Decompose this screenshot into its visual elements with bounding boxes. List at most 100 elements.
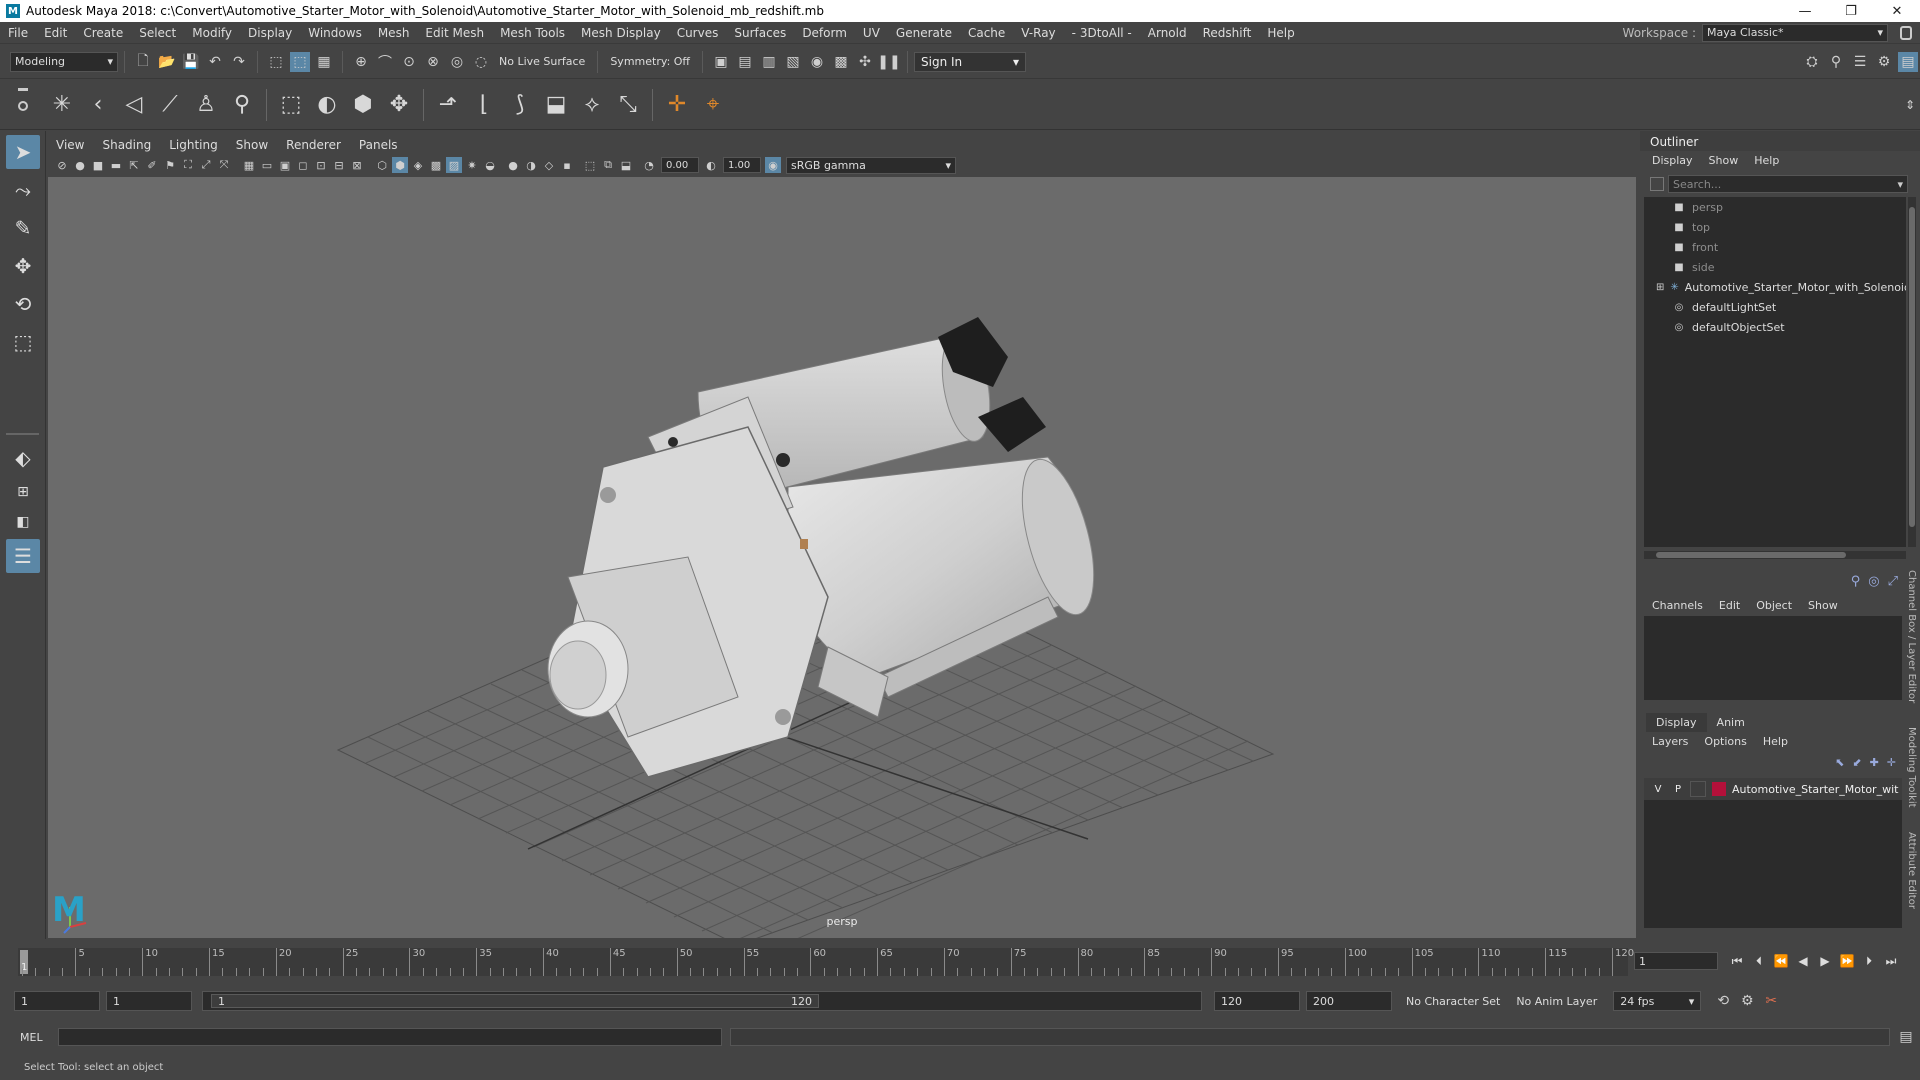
textured-icon[interactable]: ▩ bbox=[428, 157, 444, 173]
persp-outliner-layout-icon[interactable]: ◧ bbox=[6, 509, 40, 535]
loop-icon[interactable]: ⟲ bbox=[1713, 991, 1733, 1011]
center-pivot-icon[interactable]: ⌖ bbox=[698, 90, 728, 120]
menu-create[interactable]: Create bbox=[75, 26, 131, 40]
depth-of-field-icon[interactable]: ◇ bbox=[541, 157, 557, 173]
redshift-render-icon[interactable]: ▩ bbox=[831, 52, 851, 72]
layer-menu-layers[interactable]: Layers bbox=[1644, 735, 1696, 748]
outliner-item-default-object-set[interactable]: ◎ defaultObjectSet bbox=[1644, 317, 1906, 337]
side-tab-attribute-editor[interactable]: Attribute Editor bbox=[1906, 832, 1917, 909]
menu-select[interactable]: Select bbox=[131, 26, 184, 40]
playback-end-field[interactable]: 120 bbox=[1214, 991, 1300, 1011]
channel-box-icon-a[interactable]: ⚲ bbox=[1851, 574, 1861, 589]
new-layer-icon[interactable]: ✚ bbox=[1870, 756, 1879, 769]
tab-display[interactable]: Display bbox=[1646, 713, 1707, 732]
channel-menu-channels[interactable]: Channels bbox=[1644, 599, 1711, 612]
menu-surfaces[interactable]: Surfaces bbox=[726, 26, 794, 40]
select-component-icon[interactable]: ▦ bbox=[314, 52, 334, 72]
smooth-icon[interactable]: ✥ bbox=[384, 90, 414, 120]
outliner-item-side[interactable]: ■ side bbox=[1644, 257, 1906, 277]
safe-action-icon[interactable]: ⊟ bbox=[331, 157, 347, 173]
go-to-end-icon[interactable]: ⏭ bbox=[1880, 952, 1902, 970]
outliner-item-persp[interactable]: ■ persp bbox=[1644, 197, 1906, 217]
snap-view-icon[interactable]: ⊗ bbox=[423, 52, 443, 72]
open-scene-icon[interactable]: 📂 bbox=[157, 52, 177, 72]
paint-select-tool-icon[interactable]: ✎ bbox=[6, 211, 40, 245]
side-tab-channel-box[interactable]: Channel Box / Layer Editor bbox=[1906, 570, 1917, 703]
menu-generate[interactable]: Generate bbox=[888, 26, 960, 40]
layer-menu-help[interactable]: Help bbox=[1755, 735, 1796, 748]
side-tab-modeling-toolkit[interactable]: Modeling Toolkit bbox=[1906, 727, 1917, 808]
lattice-icon[interactable]: ◁ bbox=[119, 90, 149, 120]
move-layer-up-icon[interactable]: ⬉ bbox=[1835, 756, 1844, 769]
undo-icon[interactable]: ↶ bbox=[205, 52, 225, 72]
ipr-render-icon[interactable]: ▥ bbox=[759, 52, 779, 72]
outliner-layout-icon[interactable]: ☰ bbox=[6, 539, 40, 573]
script-editor-icon[interactable]: ▤ bbox=[1896, 1027, 1916, 1047]
character-controls-icon[interactable]: ⚲ bbox=[1826, 52, 1846, 72]
3d-viewport[interactable]: M persp bbox=[48, 177, 1636, 938]
grid-toggle-icon[interactable]: ▦ bbox=[241, 157, 257, 173]
start-time-field[interactable]: 1 bbox=[14, 991, 100, 1011]
select-object-icon[interactable]: ⬚ bbox=[290, 51, 310, 72]
outliner-item-default-light-set[interactable]: ◎ defaultLightSet bbox=[1644, 297, 1906, 317]
layer-visibility-toggle[interactable]: V bbox=[1650, 781, 1666, 797]
bevel-icon[interactable]: ⌊ bbox=[469, 90, 499, 120]
outliner-item-starter-motor-group[interactable]: ⊞ ✳ Automotive_Starter_Motor_with_Soleno… bbox=[1644, 277, 1906, 297]
outliner-menu-show[interactable]: Show bbox=[1701, 154, 1747, 167]
range-slider-handle[interactable]: 1 120 bbox=[211, 994, 819, 1008]
character-set-dropdown[interactable]: No Character Set bbox=[1406, 995, 1500, 1008]
field-chart-icon[interactable]: ⊡ bbox=[313, 157, 329, 173]
outliner-filter-icon[interactable] bbox=[1650, 177, 1664, 191]
sign-in-button[interactable]: Sign In ▾ bbox=[914, 51, 1027, 72]
channel-box-icon[interactable]: ▤ bbox=[1898, 51, 1918, 72]
outliner-vertical-scrollbar[interactable] bbox=[1908, 197, 1916, 547]
close-button[interactable]: ✕ bbox=[1874, 0, 1920, 22]
resolution-gate-icon[interactable]: ▣ bbox=[277, 157, 293, 173]
poly-cube-icon[interactable]: ⬚ bbox=[276, 90, 306, 120]
image-plane-icon[interactable]: ▬ bbox=[108, 157, 124, 173]
playback-start-field[interactable]: 1 bbox=[106, 991, 192, 1011]
menu-uv[interactable]: UV bbox=[855, 26, 888, 40]
shelf-options-icon[interactable] bbox=[8, 86, 38, 126]
outliner-menu-help[interactable]: Help bbox=[1746, 154, 1787, 167]
2d-pan-zoom-icon[interactable]: ⇱ bbox=[126, 157, 142, 173]
outliner-horizontal-scrollbar[interactable] bbox=[1644, 551, 1906, 559]
menu-cache[interactable]: Cache bbox=[960, 26, 1013, 40]
wireframe-icon[interactable]: ⬡ bbox=[374, 157, 390, 173]
play-backward-icon[interactable]: ◀ bbox=[1792, 952, 1814, 970]
frame-selected-icon[interactable]: ⤢ bbox=[198, 157, 214, 173]
modeling-toolkit-icon[interactable]: ⛭ bbox=[1802, 52, 1822, 72]
menu-display[interactable]: Display bbox=[240, 26, 300, 40]
menu-modify[interactable]: Modify bbox=[184, 26, 240, 40]
bridge-icon[interactable]: ⟆ bbox=[505, 90, 535, 120]
menu-3dtoall[interactable]: - 3DtoAll - bbox=[1064, 26, 1140, 40]
scrollbar-thumb[interactable] bbox=[1909, 207, 1915, 527]
command-input[interactable] bbox=[58, 1028, 722, 1046]
attribute-editor-icon[interactable]: ☰ bbox=[1850, 52, 1870, 72]
auto-key-icon[interactable]: ⚙ bbox=[1737, 991, 1757, 1011]
select-tool-icon[interactable]: ➤ bbox=[6, 135, 40, 169]
smooth-shade-icon[interactable]: ⬢ bbox=[392, 157, 408, 173]
camera-attributes-icon[interactable]: ⊘ bbox=[54, 157, 70, 173]
layer-menu-options[interactable]: Options bbox=[1696, 735, 1754, 748]
menu-file[interactable]: File bbox=[0, 26, 36, 40]
go-to-start-icon[interactable]: ⏮ bbox=[1726, 952, 1748, 970]
fps-select[interactable]: 24 fps ▾ bbox=[1613, 991, 1702, 1011]
skeleton-icon[interactable]: ♙ bbox=[191, 90, 221, 120]
render-settings-icon[interactable]: ▧ bbox=[783, 52, 803, 72]
workspace-select[interactable]: Maya Classic* ▾ bbox=[1702, 23, 1888, 42]
menu-edit[interactable]: Edit bbox=[36, 26, 75, 40]
layer-row[interactable]: V P Automotive_Starter_Motor_wit bbox=[1644, 778, 1902, 800]
bookmark-icon[interactable]: ■ bbox=[90, 157, 106, 173]
four-view-layout-icon[interactable]: ⊞ bbox=[6, 479, 40, 505]
hypershade-icon[interactable]: ◉ bbox=[807, 52, 827, 72]
camera-lock-icon[interactable]: ● bbox=[72, 157, 88, 173]
multisample-icon[interactable]: ◑ bbox=[523, 157, 539, 173]
panel-menu-lighting[interactable]: Lighting bbox=[160, 138, 227, 152]
extrude-icon[interactable]: ⬏ bbox=[433, 90, 463, 120]
gate-mask-icon[interactable]: ◻ bbox=[295, 157, 311, 173]
end-time-field[interactable]: 200 bbox=[1306, 991, 1392, 1011]
channel-menu-object[interactable]: Object bbox=[1748, 599, 1800, 612]
poly-sphere-icon[interactable]: ◐ bbox=[312, 90, 342, 120]
xray-joints-icon[interactable]: ⬚ bbox=[582, 157, 598, 173]
